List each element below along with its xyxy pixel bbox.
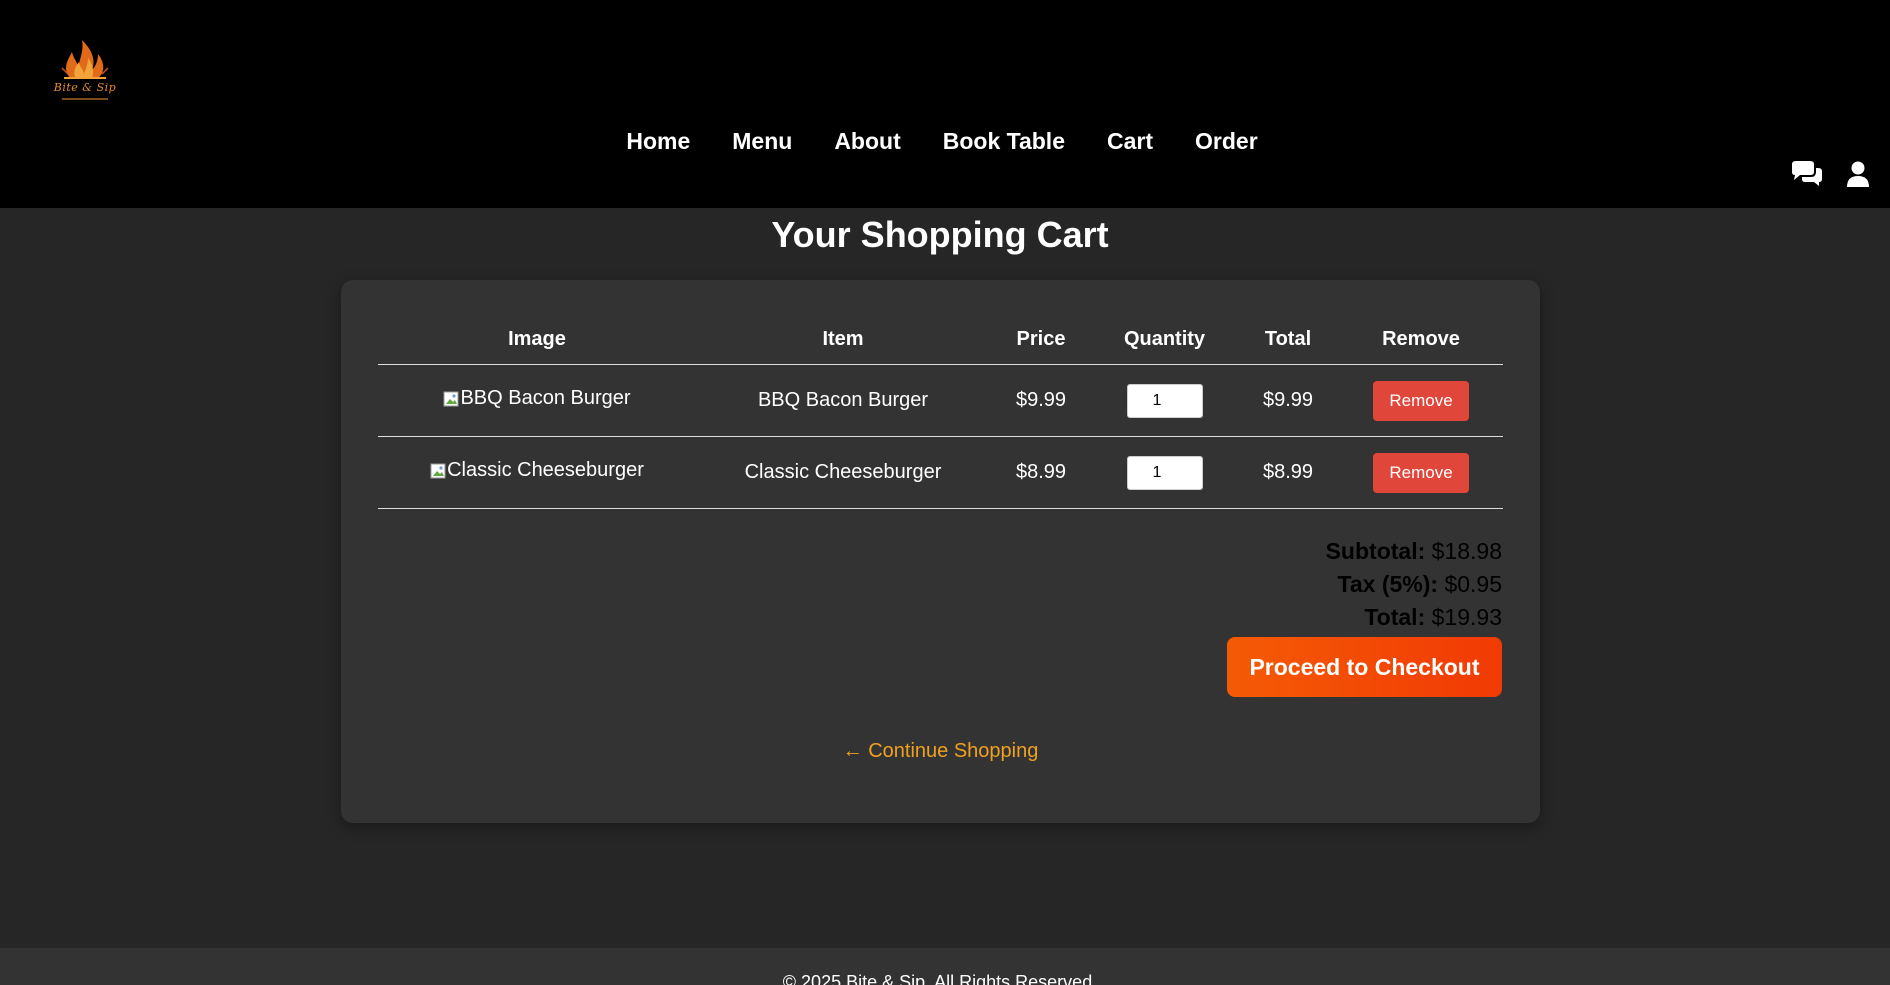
broken-image-icon: [430, 462, 446, 480]
item-name: Classic Cheeseburger: [696, 436, 990, 509]
cart-table: Image Item Price Quantity Total Remove B…: [378, 314, 1503, 509]
nav-about[interactable]: About: [813, 128, 921, 155]
item-quantity-cell: [1092, 364, 1237, 437]
page: Bite & Sip Home Menu About Book Table Ca…: [0, 0, 1890, 985]
item-price: $9.99: [990, 364, 1092, 437]
column-header-quantity: Quantity: [1092, 314, 1237, 365]
remove-button[interactable]: Remove: [1373, 380, 1469, 421]
logo-underline: [62, 98, 108, 100]
flame-logo-icon: [61, 40, 109, 79]
site-footer: © 2025 Bite & Sip. All Rights Reserved.: [0, 948, 1890, 985]
subtotal-line: Subtotal: $18.98: [1326, 535, 1502, 568]
site-header: Bite & Sip Home Menu About Book Table Ca…: [0, 0, 1890, 208]
item-remove-cell: Remove: [1339, 436, 1503, 509]
nav-cart[interactable]: Cart: [1086, 128, 1174, 155]
item-name: BBQ Bacon Burger: [696, 364, 990, 437]
item-remove-cell: Remove: [1339, 364, 1503, 437]
remove-button[interactable]: Remove: [1373, 452, 1469, 493]
column-header-remove: Remove: [1339, 314, 1503, 365]
continue-shopping-link[interactable]: ← Continue Shopping: [341, 740, 1540, 763]
total-line: Total: $19.93: [1326, 601, 1502, 634]
column-header-price: Price: [990, 314, 1092, 365]
nav-home[interactable]: Home: [605, 128, 711, 155]
total-value: $19.93: [1431, 604, 1502, 630]
quantity-input[interactable]: [1126, 383, 1203, 418]
item-image-alt-text: BBQ Bacon Burger: [460, 387, 631, 410]
subtotal-label: Subtotal:: [1325, 538, 1426, 564]
item-image-alt-text: Classic Cheeseburger: [447, 459, 644, 482]
total-label: Total:: [1364, 604, 1426, 630]
item-total: $8.99: [1237, 436, 1339, 509]
brand-logo[interactable]: Bite & Sip: [52, 38, 118, 104]
item-total: $9.99: [1237, 364, 1339, 437]
item-image-cell: Classic Cheeseburger: [378, 436, 696, 509]
item-image: Classic Cheeseburger: [430, 459, 644, 482]
column-header-item: Item: [696, 314, 990, 365]
nav-book-table[interactable]: Book Table: [922, 128, 1086, 155]
table-row: BBQ Bacon Burger BBQ Bacon Burger $9.99 …: [378, 364, 1503, 437]
column-header-image: Image: [378, 314, 696, 365]
chat-icon[interactable]: [1790, 160, 1824, 193]
column-header-total: Total: [1237, 314, 1339, 365]
item-quantity-cell: [1092, 436, 1237, 509]
table-row: Classic Cheeseburger Classic Cheeseburge…: [378, 436, 1503, 509]
subtotal-value: $18.98: [1431, 538, 1502, 564]
cart-card: Image Item Price Quantity Total Remove B…: [341, 280, 1540, 823]
logo-text: Bite & Sip: [53, 81, 117, 94]
page-title: Your Shopping Cart: [771, 214, 1109, 255]
tax-label: Tax (5%):: [1337, 571, 1439, 597]
main-nav: Home Menu About Book Table Cart Order: [0, 128, 1890, 155]
header-icons: [1790, 160, 1870, 193]
checkout-button[interactable]: Proceed to Checkout: [1227, 637, 1502, 697]
table-header-row: Image Item Price Quantity Total Remove: [378, 314, 1503, 365]
cart-summary: Subtotal: $18.98 Tax (5%): $0.95 Total: …: [1326, 535, 1502, 634]
nav-menu[interactable]: Menu: [711, 128, 813, 155]
tax-value: $0.95: [1444, 571, 1502, 597]
item-price: $8.99: [990, 436, 1092, 509]
item-image-cell: BBQ Bacon Burger: [378, 364, 696, 437]
quantity-input[interactable]: [1126, 455, 1203, 490]
footer-copyright: © 2025 Bite & Sip. All Rights Reserved.: [782, 972, 1098, 985]
user-icon[interactable]: [1846, 161, 1870, 192]
tax-line: Tax (5%): $0.95: [1326, 568, 1503, 601]
item-image: BBQ Bacon Burger: [443, 387, 631, 410]
nav-order[interactable]: Order: [1174, 128, 1279, 155]
broken-image-icon: [443, 390, 459, 408]
